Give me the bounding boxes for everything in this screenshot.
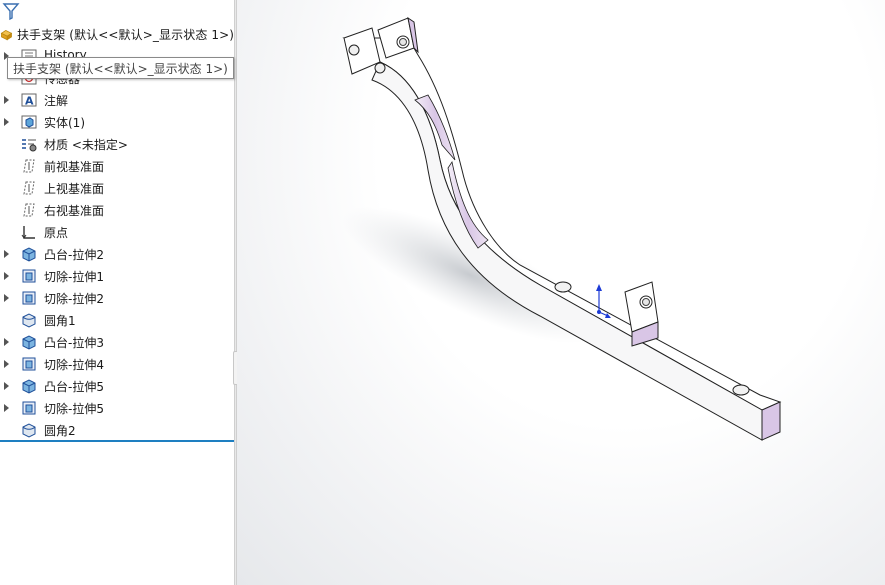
tree-item-label: 切除-拉伸4: [44, 358, 104, 372]
root-tooltip: 扶手支架 (默认<<默认>_显示状态 1>): [7, 57, 234, 79]
tree-item-label: 右视基准面: [44, 204, 105, 218]
expand-arrow-icon[interactable]: [4, 382, 9, 390]
tree-item-label: 凸台-拉伸3: [44, 336, 104, 350]
tree-item-label: 注解: [44, 94, 69, 108]
plane-icon: [23, 181, 35, 195]
tree-item[interactable]: 右视基准面: [0, 199, 234, 221]
tree-item-label: 圆角2: [44, 424, 76, 438]
tree-item-label: 凸台-拉伸2: [44, 248, 104, 262]
tree-item-label: 上视基准面: [44, 182, 105, 196]
tree-root-part[interactable]: 扶手支架 (默认<<默认>_显示状态 1>): [0, 23, 234, 45]
arm-hole-2: [732, 384, 750, 396]
tree-item-label: 切除-拉伸5: [44, 402, 104, 416]
cut-extrude-icon: [22, 401, 36, 415]
expand-arrow-icon[interactable]: [4, 338, 9, 346]
filter-bar: [2, 1, 232, 21]
tree-item[interactable]: 切除-拉伸4: [0, 353, 234, 375]
tree-item-label: 切除-拉伸2: [44, 292, 104, 306]
left-hole-1: [348, 44, 360, 56]
tree-item[interactable]: 凸台-拉伸3: [0, 331, 234, 353]
tree-item[interactable]: A 注解: [0, 89, 234, 111]
fillet-icon: [22, 423, 36, 438]
expand-arrow-icon[interactable]: [4, 360, 9, 368]
tree-item[interactable]: 切除-拉伸1: [0, 265, 234, 287]
boss-extrude-icon: [22, 379, 36, 394]
annotation-icon: A: [21, 93, 37, 108]
expand-arrow-icon[interactable]: [4, 96, 9, 104]
tree-item[interactable]: 凸台-拉伸5: [0, 375, 234, 397]
tree-item-label: 材质 <未指定>: [44, 138, 128, 152]
rollback-bar[interactable]: [0, 440, 234, 442]
boss-extrude-icon: [22, 247, 36, 262]
expand-arrow-icon[interactable]: [4, 404, 9, 412]
tree-item[interactable]: 上视基准面: [0, 177, 234, 199]
cut-extrude-icon: [22, 269, 36, 283]
root-part-label: 扶手支架 (默认<<默认>_显示状态 1>): [16, 27, 234, 42]
tree-item-label: 凸台-拉伸5: [44, 380, 104, 394]
fillet-icon: [22, 313, 36, 328]
tree-item-label: 实体(1): [44, 116, 85, 130]
plane-icon: [23, 159, 35, 173]
tree-item[interactable]: 材质 <未指定>: [0, 133, 234, 155]
part-icon: [0, 29, 13, 41]
origin-icon: [21, 226, 35, 239]
material-icon: [22, 139, 37, 152]
solid-body-icon: [21, 115, 37, 129]
expand-arrow-icon[interactable]: [4, 294, 9, 302]
tree-item-label: 圆角1: [44, 314, 76, 328]
feature-manager-panel: 扶手支架 (默认<<默认>_显示状态 1>) History 传感器 A 注解 实体(1…: [0, 0, 234, 585]
part-model: [342, 16, 782, 441]
arm-hole-1: [554, 281, 572, 293]
tree-item[interactable]: 凸台-拉伸2: [0, 243, 234, 265]
expand-arrow-icon[interactable]: [4, 118, 9, 126]
tree-item[interactable]: 切除-拉伸5: [0, 397, 234, 419]
svg-text:A: A: [25, 95, 34, 108]
tree-item[interactable]: 前视基准面: [0, 155, 234, 177]
expand-arrow-icon[interactable]: [4, 250, 9, 258]
cut-extrude-icon: [22, 357, 36, 371]
tree-item[interactable]: 原点: [0, 221, 234, 243]
left-hole-2: [374, 62, 386, 74]
graphics-viewport[interactable]: [237, 0, 885, 585]
tree-item-label: 切除-拉伸1: [44, 270, 104, 284]
tree-item[interactable]: 实体(1): [0, 111, 234, 133]
tree-item[interactable]: 切除-拉伸2: [0, 287, 234, 309]
cut-extrude-icon: [22, 291, 36, 305]
expand-arrow-icon[interactable]: [4, 272, 9, 280]
filter-icon[interactable]: [2, 1, 20, 21]
tooltip-text: 扶手支架 (默认<<默认>_显示状态 1>): [13, 61, 228, 76]
tree-item-label: 原点: [44, 226, 69, 240]
tree-item[interactable]: 圆角2: [0, 419, 234, 441]
plane-icon: [23, 203, 35, 217]
boss-extrude-icon: [22, 335, 36, 350]
tree-item[interactable]: 圆角1: [0, 309, 234, 331]
tree-item-label: 前视基准面: [44, 160, 105, 174]
